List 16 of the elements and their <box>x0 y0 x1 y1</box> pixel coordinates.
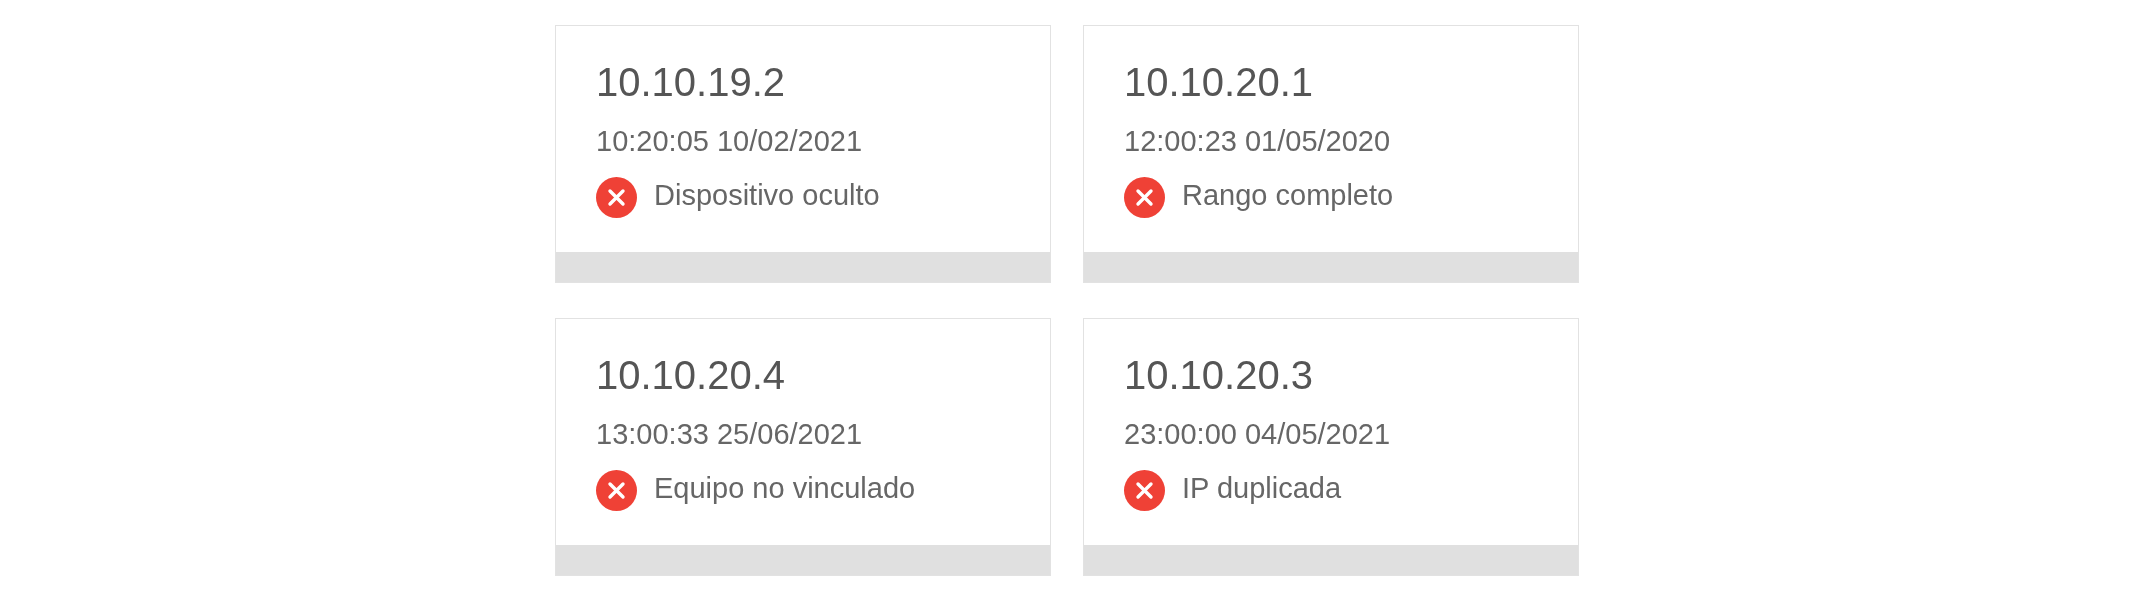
status-text: IP duplicada <box>1182 473 1342 506</box>
timestamp: 10:20:05 10/02/2021 <box>596 127 863 156</box>
error-icon <box>596 177 637 218</box>
status-text: Rango completo <box>1182 180 1394 213</box>
ip-address: 10.10.20.4 <box>596 355 786 395</box>
ip-address: 10.10.20.1 <box>1124 62 1314 102</box>
timestamp: 23:00:00 04/05/2021 <box>1124 420 1391 449</box>
status-text: Equipo no vinculado <box>654 473 916 506</box>
error-icon <box>1124 470 1165 511</box>
error-icon <box>1124 177 1165 218</box>
ip-address: 10.10.19.2 <box>596 62 786 102</box>
timestamp: 12:00:23 01/05/2020 <box>1124 127 1391 156</box>
ip-address: 10.10.20.3 <box>1124 355 1314 395</box>
timestamp: 13:00:33 25/06/2021 <box>596 420 863 449</box>
error-icon <box>596 470 637 511</box>
status-text: Dispositivo oculto <box>654 180 880 213</box>
